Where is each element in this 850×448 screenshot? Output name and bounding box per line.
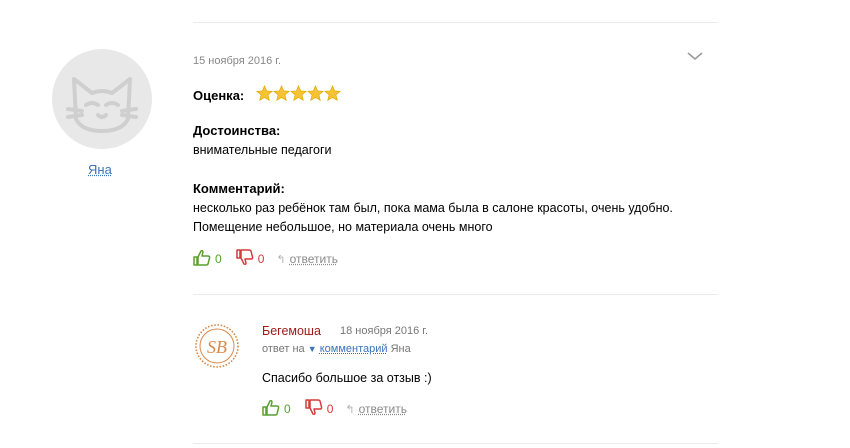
bottom-divider xyxy=(193,443,718,444)
star-icon xyxy=(307,85,324,102)
reply-text: Спасибо большое за отзыв :) xyxy=(262,371,432,385)
reply-meta-link[interactable]: комментарий xyxy=(320,343,388,355)
star-icon xyxy=(290,85,307,102)
thumbs-down-icon[interactable] xyxy=(304,399,323,419)
thumbs-up-icon[interactable] xyxy=(193,249,211,269)
rating-stars xyxy=(256,85,341,103)
review-date: 15 ноября 2016 г. xyxy=(193,55,281,67)
reply-arrow-icon: ↰ xyxy=(345,403,355,416)
review-vote-bar: 0 0 ↰ ответить xyxy=(193,249,338,269)
thumbs-up-icon[interactable] xyxy=(262,399,280,419)
logo-text: SB xyxy=(207,337,227,357)
rating-label: Оценка: xyxy=(193,88,245,103)
chevron-down-icon[interactable] xyxy=(686,50,704,62)
comment-line-2: Помещение небольшое, но материала очень … xyxy=(193,220,493,234)
comment-line-1: несколько раз ребёнок там был, пока мама… xyxy=(193,201,673,215)
reply-like-count: 0 xyxy=(284,402,291,416)
reply-meta-suffix: Яна xyxy=(390,343,411,355)
comment-label: Комментарий: xyxy=(193,181,285,196)
review-reply-link[interactable]: ответить xyxy=(290,252,338,266)
pros-label: Достоинства: xyxy=(193,123,281,138)
thumbs-down-icon[interactable] xyxy=(235,249,254,269)
sb-logo-avatar[interactable]: SB xyxy=(194,323,240,369)
review-author-link[interactable]: Яна xyxy=(88,162,112,177)
reply-date: 18 ноября 2016 г. xyxy=(340,325,428,337)
reply-author-link[interactable]: Бегемоша xyxy=(262,324,321,338)
star-icon xyxy=(324,85,341,102)
reply-dislike-count: 0 xyxy=(326,402,334,416)
star-icon xyxy=(273,85,290,102)
reply-vote-bar: 0 0 ↰ ответить xyxy=(262,399,407,419)
triangle-down-icon: ▼ xyxy=(307,344,317,354)
reply-meta-prefix: ответ на xyxy=(262,343,305,355)
top-divider xyxy=(193,22,718,23)
star-icon xyxy=(256,85,273,102)
review-like-count: 0 xyxy=(215,252,222,266)
reply-arrow-icon: ↰ xyxy=(276,253,286,266)
cat-avatar-icon[interactable] xyxy=(52,49,152,149)
review-divider xyxy=(193,294,718,295)
reply-meta: ответ на ▼ комментарий Яна xyxy=(262,343,411,355)
review-dislike-count: 0 xyxy=(257,252,265,266)
reply-reply-link[interactable]: ответить xyxy=(359,402,407,416)
pros-text: внимательные педагоги xyxy=(193,143,332,157)
